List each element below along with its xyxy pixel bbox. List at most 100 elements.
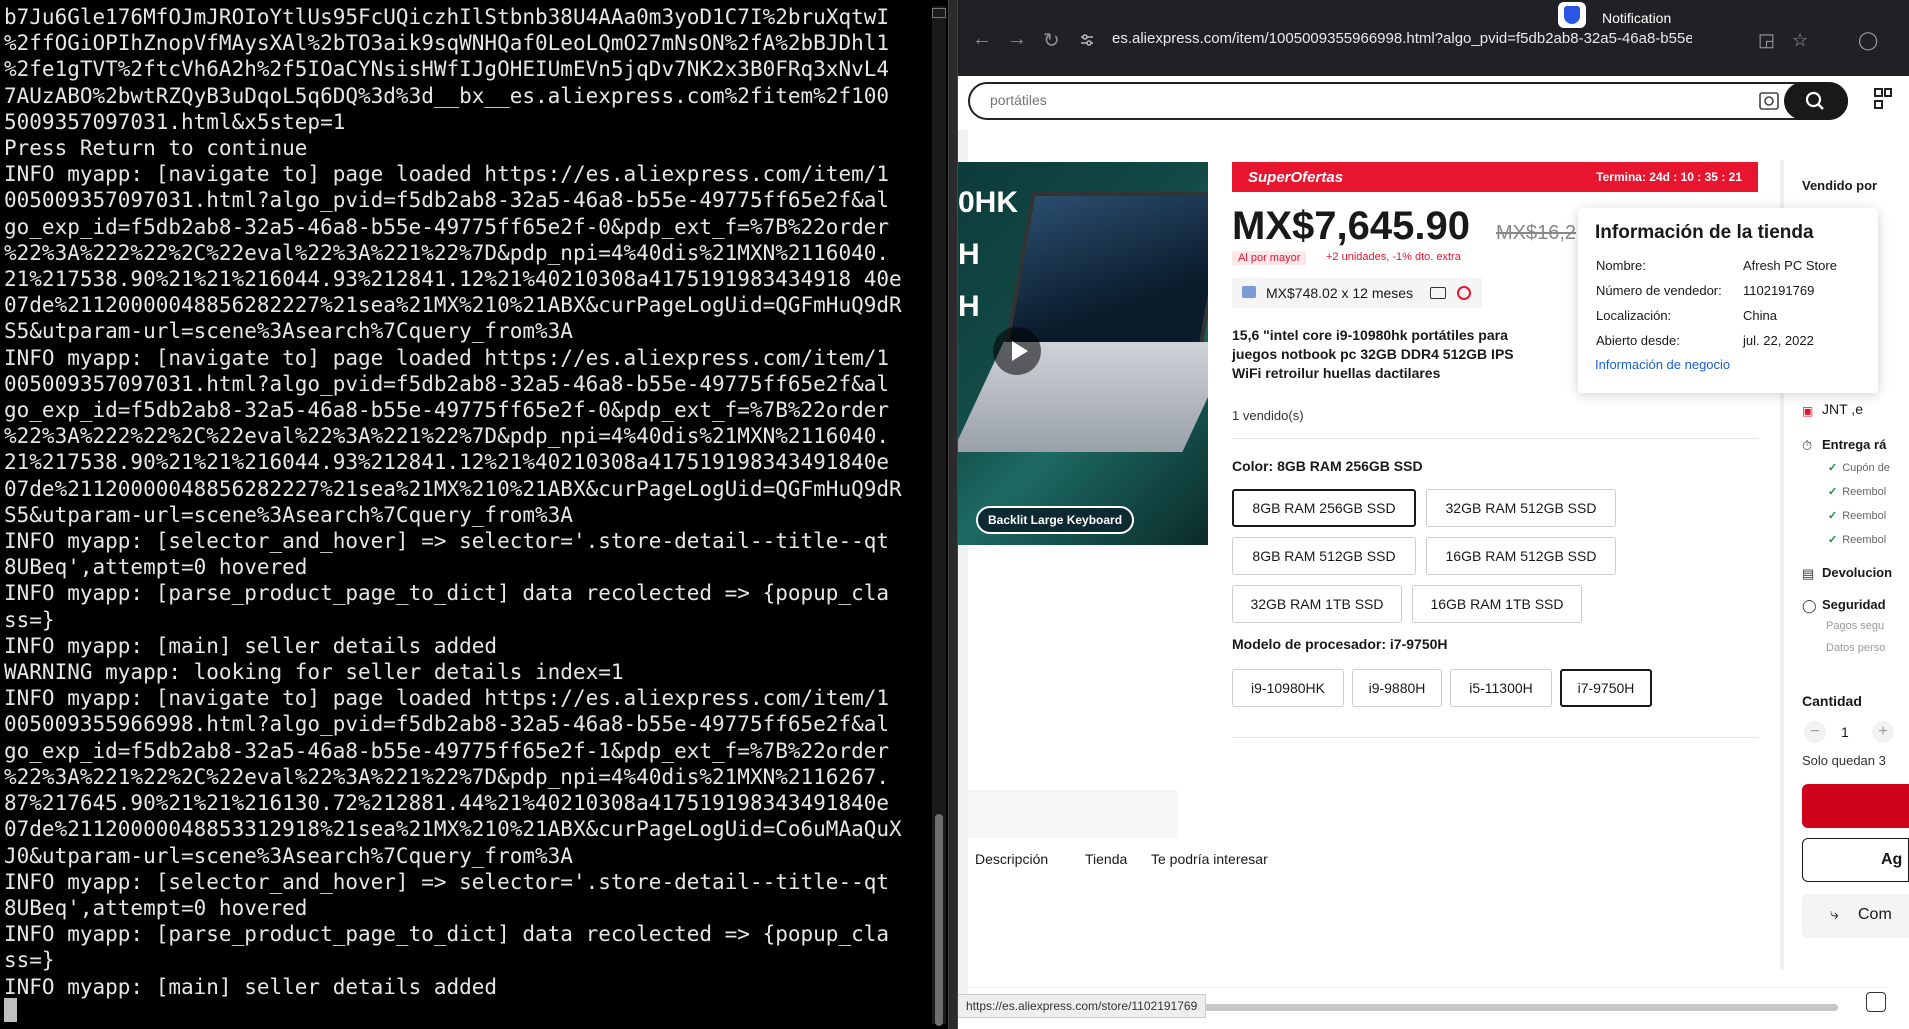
delivery-benefit: ✓ Cupón de xyxy=(1828,462,1890,474)
horizontal-scrollbar[interactable] xyxy=(1138,1004,1838,1011)
tab-store[interactable]: Tienda xyxy=(1085,851,1127,867)
search-button[interactable] xyxy=(1784,82,1848,120)
browser-toolbar: ← → ↻ es.aliexpress.com/item/10050093559… xyxy=(958,0,1909,76)
color-option[interactable]: 8GB RAM 256GB SSD xyxy=(1232,489,1416,527)
bookmark-star-icon[interactable]: ☆ xyxy=(1792,30,1808,51)
search-icon xyxy=(1805,91,1824,110)
delivery-icon: ⏱ xyxy=(1802,438,1813,453)
reload-icon[interactable]: ↻ xyxy=(1043,28,1060,53)
share-label: Com xyxy=(1858,906,1892,923)
tab-recommended[interactable]: Te podría interesar xyxy=(1151,851,1268,867)
color-label: Color: 8GB RAM 256GB SSD xyxy=(1232,458,1423,474)
qr-code-icon[interactable] xyxy=(1874,88,1892,110)
site-settings-icon[interactable] xyxy=(1080,33,1094,47)
open-since-label: Abierto desde: xyxy=(1596,333,1680,348)
address-bar[interactable]: es.aliexpress.com/item/1005009355966998.… xyxy=(1112,30,1692,47)
coin-icon xyxy=(1457,286,1471,300)
share-button[interactable]: ⤷ Com xyxy=(1802,894,1909,938)
terminal-cursor xyxy=(4,998,17,1022)
credit-card-icon xyxy=(1430,287,1446,299)
cpu-option[interactable]: i9-9880H xyxy=(1352,669,1442,707)
delivery-benefit: ✓ Reembol xyxy=(1828,486,1887,498)
security-heading: Seguridad xyxy=(1822,597,1886,612)
open-since-value: jul. 22, 2022 xyxy=(1743,333,1814,348)
store-name-label: Nombre: xyxy=(1596,258,1646,273)
stock-note: Solo quedan 3 xyxy=(1802,753,1886,768)
shipping-carrier: JNT ,e xyxy=(1822,401,1863,417)
installments-text: MX$748.02 x 12 meses xyxy=(1266,285,1414,301)
color-option[interactable]: 32GB RAM 512GB SSD xyxy=(1426,489,1616,527)
tab-description[interactable]: Descripción xyxy=(975,851,1048,867)
color-option[interactable]: 16GB RAM 512GB SSD xyxy=(1426,537,1616,575)
original-price: MX$16,2 xyxy=(1496,222,1577,244)
add-to-cart-button[interactable]: Ag xyxy=(1802,838,1909,882)
divider xyxy=(1232,737,1758,738)
security-item: Datos perso xyxy=(1826,642,1886,654)
product-title: 15,6 "intel core i9-10980hk portátiles p… xyxy=(1232,327,1514,381)
terminal-output: b7Ju6Gle176MfOJmJROIoYtlUs95FcUQiczhIlSt… xyxy=(4,5,902,999)
installment-icon xyxy=(1242,286,1256,298)
current-price: MX$7,645.90 xyxy=(1232,204,1470,248)
cpu-option[interactable]: i5-11300H xyxy=(1450,669,1552,707)
shield-icon xyxy=(1558,2,1586,28)
image-caption-line-2: H xyxy=(958,238,980,271)
color-option[interactable]: 8GB RAM 512GB SSD xyxy=(1232,537,1416,575)
cpu-option[interactable]: i9-10980HK xyxy=(1232,669,1344,707)
quantity-value[interactable]: 1 xyxy=(1841,724,1849,740)
back-arrow-icon[interactable]: ← xyxy=(972,28,992,51)
delivery-benefit: ✓ Reembol xyxy=(1828,510,1887,522)
sold-count: 1 vendido(s) xyxy=(1232,408,1304,423)
location-value: China xyxy=(1743,308,1777,323)
quantity-decrease-button[interactable]: − xyxy=(1804,721,1826,743)
browser-window: ← → ↻ es.aliexpress.com/item/10050093559… xyxy=(958,0,1909,1029)
seller-number-label: Número de vendedor: xyxy=(1596,283,1722,298)
color-option[interactable]: 32GB RAM 1TB SSD xyxy=(1232,585,1402,623)
truck-icon: ▣ xyxy=(1802,404,1814,418)
installments-box[interactable]: MX$748.02 x 12 meses xyxy=(1232,278,1482,308)
laptop-screen-graphic xyxy=(1004,192,1208,350)
store-name-value: Afresh PC Store xyxy=(1743,258,1837,273)
blurred-panel xyxy=(968,790,1178,838)
promo-countdown: Termina: 24d : 10 : 35 : 21 xyxy=(1596,170,1742,184)
profile-icon[interactable]: ◯ xyxy=(1858,30,1878,51)
quantity-increase-button[interactable]: + xyxy=(1872,721,1894,743)
color-option[interactable]: 16GB RAM 1TB SSD xyxy=(1412,585,1582,623)
terminal-scroll-thumb[interactable] xyxy=(935,814,943,1026)
play-video-icon[interactable] xyxy=(993,327,1041,375)
status-bar-url: https://es.aliexpress.com/store/11021917… xyxy=(958,994,1207,1018)
image-caption-line-3: H xyxy=(958,290,980,323)
terminal-scrollbar[interactable] xyxy=(932,6,946,1026)
split-divider[interactable] xyxy=(948,0,958,1029)
cpu-option[interactable]: i7-9750H xyxy=(1560,669,1652,707)
cpu-label: Modelo de procesador: i7-9750H xyxy=(1232,636,1448,652)
fast-delivery-heading: Entrega rá xyxy=(1822,437,1887,452)
terminal-window[interactable]: b7Ju6Gle176MfOJmJROIoYtlUs95FcUQiczhIlSt… xyxy=(0,0,948,1029)
returns-heading: Devolucion xyxy=(1822,565,1893,580)
wholesale-info: +2 unidades, -1% dto. extra xyxy=(1326,251,1461,263)
search-bar xyxy=(968,82,1848,120)
keyboard-badge: Backlit Large Keyboard xyxy=(976,506,1135,534)
business-info-link[interactable]: Información de negocio xyxy=(1595,357,1730,372)
delivery-benefit: ✓ Reembol xyxy=(1828,534,1887,546)
screenshot-icon[interactable] xyxy=(1866,992,1886,1012)
quantity-label: Cantidad xyxy=(1802,693,1862,709)
notification-toast[interactable]: Notification xyxy=(1558,0,1778,30)
returns-icon: ▤ xyxy=(1802,566,1815,581)
translate-icon[interactable]: ◲ xyxy=(1758,30,1775,51)
search-input[interactable] xyxy=(988,91,1692,109)
divider xyxy=(968,987,1888,988)
product-image[interactable]: 0HK H H Backlit Large Keyboard xyxy=(958,162,1208,545)
store-info-popup: Información de la tienda Nombre: Afresh … xyxy=(1578,208,1878,393)
location-label: Localización: xyxy=(1596,308,1672,323)
add-to-cart-label: Ag xyxy=(1881,851,1903,868)
notification-label: Notification xyxy=(1602,10,1672,26)
buy-now-button[interactable] xyxy=(1802,784,1909,828)
sold-by-label: Vendido por xyxy=(1802,178,1878,193)
security-shield-icon: ◯ xyxy=(1802,598,1817,613)
scroll-top-marker xyxy=(932,8,946,18)
forward-arrow-icon[interactable]: → xyxy=(1007,28,1027,51)
seller-number-value: 1102191769 xyxy=(1743,283,1815,298)
wholesale-tag: Al por mayor xyxy=(1232,251,1307,265)
image-search-icon[interactable] xyxy=(1758,90,1780,112)
image-caption-line-1: 0HK xyxy=(958,186,1019,219)
